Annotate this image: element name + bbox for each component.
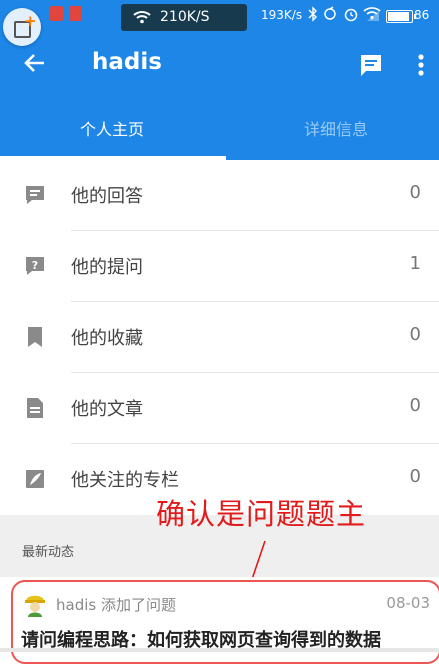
network-speed-secondary: 193K/s xyxy=(261,8,303,22)
arrow-back-icon[interactable] xyxy=(22,50,48,76)
battery-level: 86 xyxy=(414,8,430,22)
list-item-favorites[interactable]: 他的收藏 0 xyxy=(0,302,439,373)
feed-author-action: hadis 添加了问题 xyxy=(56,596,176,614)
article-icon xyxy=(27,398,43,418)
list-item-count: 0 xyxy=(409,466,421,487)
question-icon: ? xyxy=(26,257,44,275)
answer-icon xyxy=(26,186,44,204)
network-speed: 210K/S xyxy=(160,9,210,25)
sync-icon xyxy=(324,6,336,20)
list-item-label: 他关注的专栏 xyxy=(71,470,179,491)
annotation-text: 确认是问题题主 xyxy=(156,497,367,531)
list-item-count: 0 xyxy=(409,182,421,203)
tab-profile[interactable]: 个人主页 xyxy=(80,116,144,140)
section-title: 最新动态 xyxy=(22,545,75,560)
bookmark-icon xyxy=(28,327,42,347)
signal-icon xyxy=(367,11,379,21)
alarm-icon xyxy=(344,8,358,22)
divider xyxy=(0,648,439,652)
list-item-count: 1 xyxy=(409,253,421,274)
plus-icon: + xyxy=(24,12,37,30)
page-title: hadis xyxy=(92,49,162,75)
notification-icon-1 xyxy=(50,6,63,21)
notification-icon-2 xyxy=(69,6,82,21)
floating-overlay-button[interactable]: + xyxy=(3,8,41,46)
list-item-articles[interactable]: 他的文章 0 xyxy=(0,373,439,444)
bluetooth-icon xyxy=(308,6,317,22)
list-item-count: 0 xyxy=(409,395,421,416)
list-item-label: 他的收藏 xyxy=(71,328,143,349)
network-speed-pill: 210K/S xyxy=(121,4,247,31)
column-icon xyxy=(26,470,44,488)
tab-details[interactable]: 详细信息 xyxy=(304,116,368,140)
list-item-label: 他的回答 xyxy=(71,186,143,207)
chat-icon[interactable] xyxy=(358,52,384,78)
list-item-questions[interactable]: ? 他的提问 1 xyxy=(0,231,439,302)
more-vert-icon[interactable] xyxy=(417,53,425,77)
status-bar: 210K/S 193K/s 86 xyxy=(0,0,439,33)
feed-date: 08-03 xyxy=(386,594,430,612)
list-item-label: 他的提问 xyxy=(71,257,143,278)
list-item-count: 0 xyxy=(409,324,421,345)
list-item-label: 他的文章 xyxy=(71,399,143,420)
battery-icon xyxy=(386,10,416,23)
list-item-answers[interactable]: 他的回答 0 xyxy=(0,160,439,231)
wifi-icon xyxy=(133,11,151,24)
svg-text:?: ? xyxy=(32,259,38,272)
avatar xyxy=(25,595,45,617)
